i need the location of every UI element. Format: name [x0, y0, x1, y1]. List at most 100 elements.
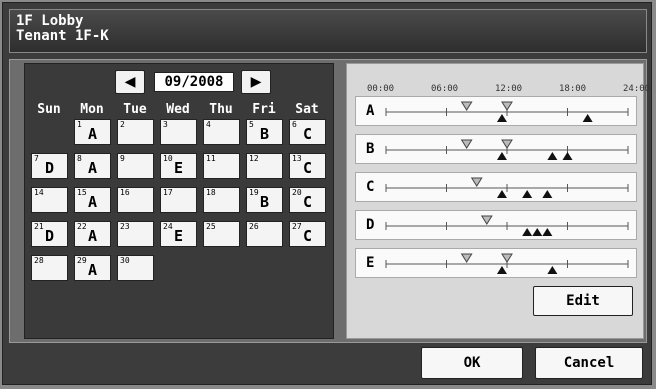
- calendar-day[interactable]: 9: [117, 153, 154, 179]
- day-number: 9: [120, 154, 125, 163]
- calendar-day[interactable]: 17: [160, 187, 197, 213]
- day-number: 14: [34, 188, 44, 197]
- calendar-day[interactable]: 20 C: [289, 187, 326, 213]
- day-number: 18: [206, 188, 216, 197]
- schedule-row-label: E: [366, 255, 375, 271]
- calendar-day[interactable]: 13 C: [289, 153, 326, 179]
- calendar-day[interactable]: 3: [160, 119, 197, 145]
- day-pattern-code: B: [259, 125, 270, 143]
- day-number: 17: [163, 188, 173, 197]
- hour-label: 12:00: [495, 84, 523, 94]
- calendar-day[interactable]: 24 E: [160, 221, 197, 247]
- off-time-marker: [542, 190, 553, 198]
- day-pattern-code: C: [302, 227, 313, 245]
- off-time-marker: [496, 266, 507, 274]
- calendar-day[interactable]: 16: [117, 187, 154, 213]
- schedule-timeline: [385, 101, 629, 122]
- calendar-day[interactable]: 18: [203, 187, 240, 213]
- calendar-panel: ◀ 09/2008 ▶ Sun Mon Tue Wed Thu Fri Sat 1A2345…: [24, 63, 334, 339]
- prev-month-button[interactable]: ◀: [115, 70, 145, 94]
- calendar-day[interactable]: 25: [203, 221, 240, 247]
- calendar-day[interactable]: 1A: [74, 119, 111, 145]
- day-number: 2: [120, 120, 125, 129]
- schedule-timeline: [385, 177, 629, 198]
- calendar-day[interactable]: 14: [31, 187, 68, 213]
- schedule-row-e[interactable]: E: [355, 248, 637, 278]
- day-number: 30: [120, 256, 130, 265]
- day-number: 28: [34, 256, 44, 265]
- calendar-day[interactable]: 26: [246, 221, 283, 247]
- day-number: 4: [206, 120, 211, 129]
- calendar-day[interactable]: 10 E: [160, 153, 197, 179]
- day-pattern-code: A: [87, 125, 98, 143]
- calendar-day[interactable]: 8A: [74, 153, 111, 179]
- calendar-day[interactable]: 28: [31, 255, 68, 281]
- dialog-content: ◀ 09/2008 ▶ Sun Mon Tue Wed Thu Fri Sat 1A2345…: [9, 59, 651, 343]
- day-number: 26: [249, 222, 259, 231]
- schedule-timeline: [385, 253, 629, 274]
- calendar-day[interactable]: 19 B: [246, 187, 283, 213]
- schedule-timeline: [385, 139, 629, 160]
- on-time-marker: [460, 101, 473, 111]
- dialog-title-bar: 1F Lobby Tenant 1F-K: [9, 9, 647, 53]
- off-time-marker: [522, 228, 533, 236]
- dialog-title-tenant: Tenant 1F-K: [16, 28, 109, 44]
- calendar-day[interactable]: 4: [203, 119, 240, 145]
- next-month-button[interactable]: ▶: [241, 70, 271, 94]
- calendar-day[interactable]: 22 A: [74, 221, 111, 247]
- calendar-day[interactable]: 29 A: [74, 255, 111, 281]
- month-display: 09/2008: [154, 72, 234, 92]
- schedule-row-label: D: [366, 217, 375, 233]
- calendar-day[interactable]: 27 C: [289, 221, 326, 247]
- schedule-dialog: 1F Lobby Tenant 1F-K ◀ 09/2008 ▶ Sun Mon T…: [2, 2, 652, 385]
- schedule-row-label: C: [366, 179, 375, 195]
- schedule-row-label: A: [366, 103, 375, 119]
- day-number: 11: [206, 154, 216, 163]
- off-time-marker: [547, 266, 558, 274]
- calendar-day[interactable]: 12: [246, 153, 283, 179]
- right-arrow-icon: ▶: [250, 71, 262, 92]
- cancel-button[interactable]: Cancel: [535, 347, 643, 379]
- on-time-marker: [460, 253, 473, 263]
- weekday-label: Thu: [209, 102, 233, 117]
- day-number: 25: [206, 222, 216, 231]
- schedule-row-a[interactable]: A: [355, 96, 637, 126]
- calendar-day[interactable]: 11: [203, 153, 240, 179]
- day-number: 16: [120, 188, 130, 197]
- off-time-marker: [522, 190, 533, 198]
- on-time-marker: [501, 253, 513, 263]
- edit-button[interactable]: Edit: [533, 286, 633, 316]
- schedule-row-b[interactable]: B: [355, 134, 637, 164]
- calendar-day[interactable]: 7D: [31, 153, 68, 179]
- calendar-day[interactable]: 2: [117, 119, 154, 145]
- weekday-label: Wed: [166, 102, 190, 117]
- day-pattern-code: C: [302, 125, 313, 143]
- calendar-day[interactable]: 6C: [289, 119, 326, 145]
- off-time-marker: [582, 114, 593, 122]
- calendar-day[interactable]: 5B: [246, 119, 283, 145]
- schedule-row-c[interactable]: C: [355, 172, 637, 202]
- day-number: 12: [249, 154, 259, 163]
- day-pattern-code: D: [44, 159, 55, 177]
- off-time-marker: [532, 228, 543, 236]
- weekday-label: Sat: [295, 102, 319, 117]
- hour-label: 06:00: [431, 84, 459, 94]
- on-time-marker: [480, 215, 493, 225]
- on-time-marker: [501, 139, 513, 149]
- on-time-marker: [470, 177, 483, 187]
- weekday-label: Sun: [37, 102, 61, 117]
- calendar-day[interactable]: 30: [117, 255, 154, 281]
- hour-label: 24:00: [623, 84, 651, 94]
- schedule-row-d[interactable]: D: [355, 210, 637, 240]
- day-pattern-code: E: [173, 159, 184, 177]
- day-pattern-code: C: [302, 159, 313, 177]
- calendar-day[interactable]: 21 D: [31, 221, 68, 247]
- on-time-marker: [501, 101, 513, 111]
- weekday-label: Fri: [252, 102, 276, 117]
- calendar-day[interactable]: 15 A: [74, 187, 111, 213]
- calendar-day[interactable]: 23: [117, 221, 154, 247]
- ok-button[interactable]: OK: [421, 347, 523, 379]
- off-time-marker: [496, 114, 507, 122]
- day-number: 23: [120, 222, 130, 231]
- day-pattern-code: A: [87, 227, 98, 245]
